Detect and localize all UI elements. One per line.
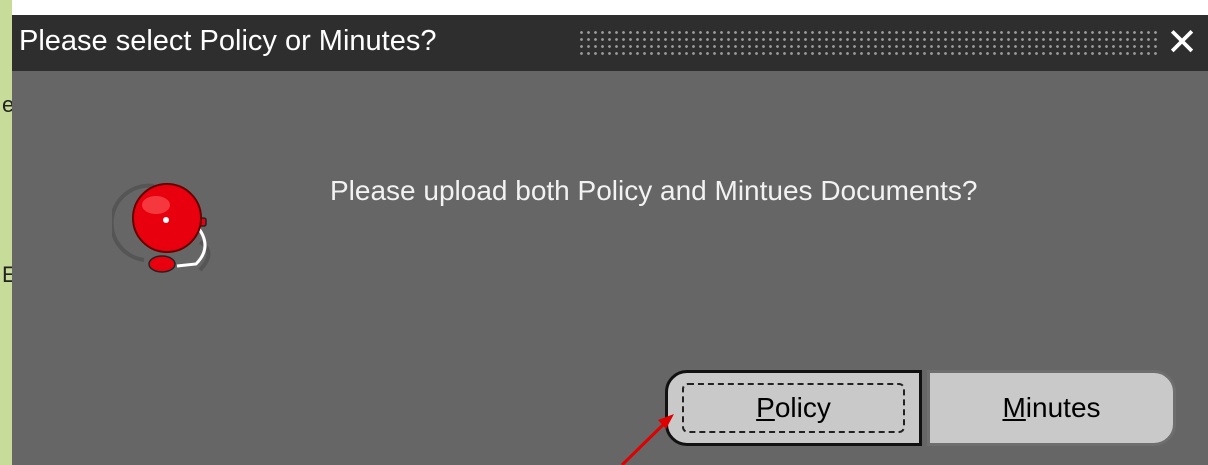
close-icon[interactable]: ✕ <box>1162 20 1202 64</box>
minutes-button-label: Minutes <box>1002 392 1101 423</box>
dialog-titlebar[interactable]: Please select Policy or Minutes? ✕ <box>12 15 1208 71</box>
minutes-button[interactable]: Minutes <box>927 370 1176 446</box>
modal-dialog: Please select Policy or Minutes? ✕ Pleas… <box>12 15 1208 465</box>
titlebar-drag-grip[interactable] <box>578 29 1158 57</box>
policy-button-label: Policy <box>756 392 831 423</box>
dialog-message: Please upload both Policy and Mintues Do… <box>330 175 978 206</box>
alarm-bell-icon <box>112 183 211 273</box>
dialog-title: Please select Policy or Minutes? <box>19 25 437 57</box>
background-window-edge: e E <box>0 0 17 465</box>
policy-button[interactable]: Policy <box>665 370 922 446</box>
